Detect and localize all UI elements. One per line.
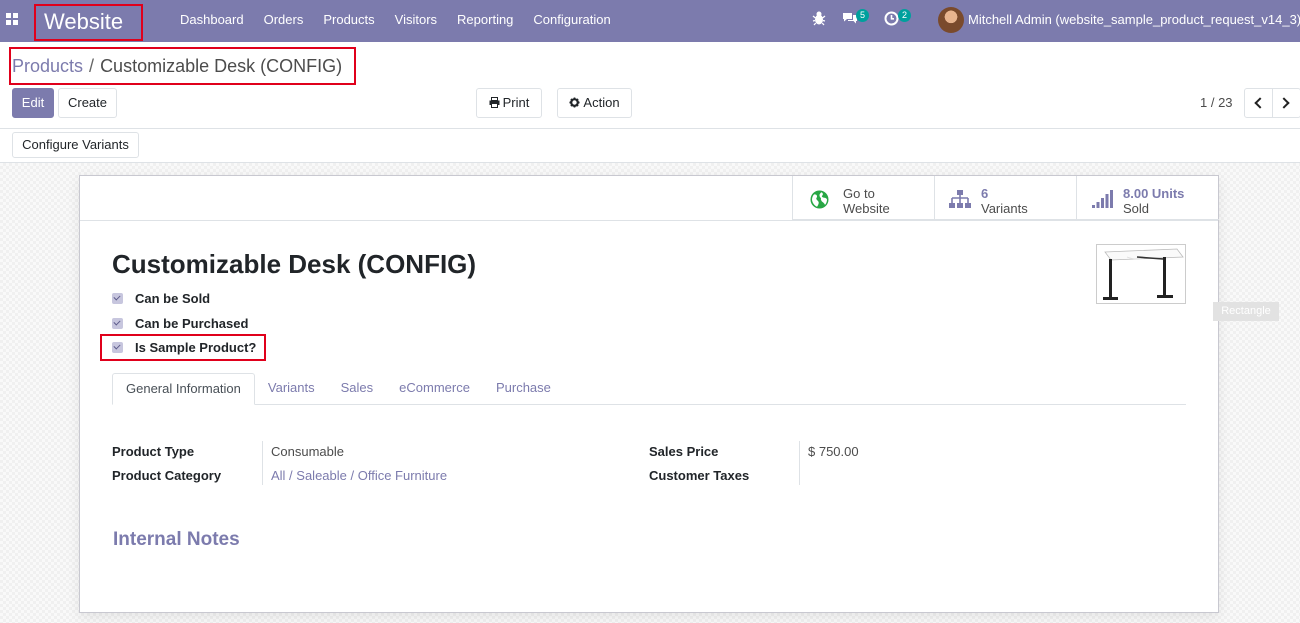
main-menu: Dashboard Orders Products Visitors Repor… (170, 0, 621, 42)
messages-count-badge: 5 (856, 9, 869, 22)
app-name[interactable]: Website (34, 4, 143, 41)
user-avatar[interactable] (938, 7, 964, 33)
pager-value[interactable]: 1 / 23 (1200, 95, 1233, 110)
breadcrumb-current: Customizable Desk (CONFIG) (100, 56, 343, 76)
field-separator (799, 441, 800, 485)
smart-button-box: Go to Website 6 Variants 8.00 Units Sold (792, 176, 1219, 220)
sales-price-label: Sales Price (649, 444, 719, 459)
edit-button[interactable]: Edit (12, 88, 54, 118)
breadcrumb-products-link[interactable]: Products (12, 56, 83, 76)
menu-dashboard[interactable]: Dashboard (170, 0, 254, 42)
gear-icon (569, 97, 580, 108)
menu-configuration[interactable]: Configuration (523, 0, 620, 42)
chevron-left-icon (1254, 97, 1266, 109)
tab-ecommerce[interactable]: eCommerce (386, 373, 483, 405)
tab-purchase[interactable]: Purchase (483, 373, 564, 405)
can-be-purchased-checkbox[interactable] (112, 318, 123, 329)
internal-notes-heading: Internal Notes (113, 529, 240, 550)
product-type-label: Product Type (112, 444, 195, 459)
print-label: Print (502, 95, 530, 110)
apps-menu-icon[interactable] (6, 13, 18, 25)
top-navbar: Website Dashboard Orders Products Visito… (0, 0, 1300, 42)
create-button[interactable]: Create (58, 88, 117, 118)
can-be-sold-checkbox[interactable] (112, 293, 123, 304)
menu-reporting[interactable]: Reporting (447, 0, 523, 42)
desk-image-icon (1103, 248, 1184, 300)
configure-variants-button[interactable]: Configure Variants (12, 132, 139, 158)
action-label: Action (583, 95, 620, 110)
menu-products[interactable]: Products (313, 0, 384, 42)
form-sheet: Go to Website 6 Variants 8.00 Units Sold… (79, 175, 1219, 613)
tab-general-information[interactable]: General Information (112, 373, 255, 405)
can-be-sold-row: Can be Sold (112, 291, 210, 306)
product-category-label: Product Category (112, 468, 222, 483)
go-to-website-button[interactable]: Go to Website (792, 176, 935, 219)
print-button[interactable]: Print (476, 88, 542, 118)
variants-count: 6 (981, 186, 989, 201)
image-tooltip: Rectangle (1213, 302, 1279, 321)
form-statusbar: Configure Variants (0, 129, 1300, 163)
action-button[interactable]: Action (557, 88, 632, 118)
debug-bug-icon[interactable] (812, 10, 826, 26)
pager-previous-button[interactable] (1244, 88, 1273, 118)
product-name[interactable]: Customizable Desk (CONFIG) (112, 249, 476, 279)
website-line1: Go to (843, 186, 875, 201)
sitemap-icon (949, 190, 971, 208)
tab-variants[interactable]: Variants (255, 373, 328, 405)
product-type-field[interactable]: Consumable (271, 444, 344, 459)
variants-smart-button[interactable]: 6 Variants (934, 176, 1077, 219)
field-separator (262, 441, 263, 485)
chevron-right-icon (1278, 97, 1290, 109)
customer-taxes-label: Customer Taxes (649, 468, 750, 483)
pager-next-button[interactable] (1272, 88, 1300, 118)
button-box-divider (80, 220, 1218, 221)
globe-icon (810, 190, 829, 209)
website-line2: Website (843, 201, 890, 216)
menu-visitors[interactable]: Visitors (385, 0, 447, 42)
sales-price-field[interactable]: $ 750.00 (808, 444, 859, 459)
sample-highlight-box (100, 334, 266, 361)
units-sold-label: Sold (1123, 201, 1150, 216)
breadcrumb: Products / Customizable Desk (CONFIG) (12, 55, 342, 77)
can-be-purchased-label: Can be Purchased (135, 316, 249, 331)
menu-orders[interactable]: Orders (254, 0, 314, 42)
can-be-purchased-row: Can be Purchased (112, 316, 248, 331)
notebook-tabs: General Information Variants Sales eComm… (112, 373, 1186, 405)
units-sold-button[interactable]: 8.00 Units Sold (1076, 176, 1219, 219)
activities-count-badge: 2 (898, 9, 911, 22)
variants-label: Variants (981, 201, 1028, 216)
units-sold-value: 8.00 Units (1123, 186, 1185, 201)
activities-clock-icon[interactable] (884, 11, 899, 29)
user-menu[interactable]: Mitchell Admin (website_sample_product_r… (968, 0, 1300, 40)
product-category-link[interactable]: All / Saleable / Office Furniture (271, 468, 447, 483)
can-be-sold-label: Can be Sold (135, 291, 211, 306)
signal-bars-icon (1092, 190, 1113, 208)
breadcrumb-separator: / (89, 56, 95, 76)
product-image[interactable] (1096, 244, 1186, 304)
print-icon (489, 97, 500, 108)
tab-sales[interactable]: Sales (328, 373, 387, 405)
